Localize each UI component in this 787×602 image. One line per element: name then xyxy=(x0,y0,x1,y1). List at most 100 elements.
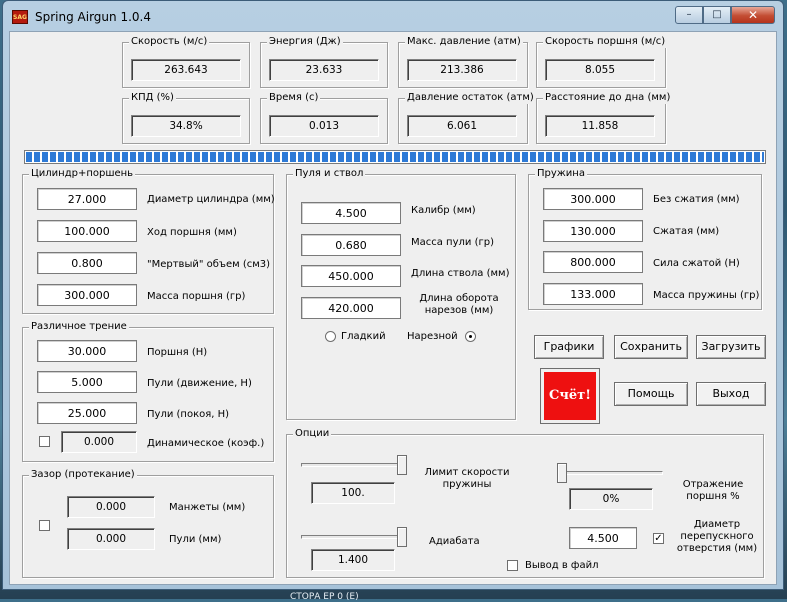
piston-stroke-label: Ход поршня (мм) xyxy=(147,227,237,238)
file-output-checkbox[interactable] xyxy=(507,560,518,571)
spring-speed-limit-slider[interactable] xyxy=(301,463,407,467)
cuffs-gap-label: Манжеты (мм) xyxy=(169,502,246,513)
spring-force-label: Сила сжатой (Н) xyxy=(653,258,740,269)
smooth-bore-label: Гладкий xyxy=(341,331,386,342)
result-time-value: 0.013 xyxy=(269,115,379,137)
spring-mass-input[interactable] xyxy=(543,283,643,305)
cuffs-gap-value: 0.000 xyxy=(67,496,155,518)
result-label: Время (с) xyxy=(267,92,321,104)
spring-compressed-input[interactable] xyxy=(543,220,643,242)
save-button[interactable]: Сохранить xyxy=(614,335,688,359)
rifling-twist-input[interactable] xyxy=(301,297,401,319)
rifled-bore-radio[interactable] xyxy=(465,331,476,342)
dynamic-friction-checkbox[interactable] xyxy=(39,436,50,447)
graphs-button[interactable]: Графики xyxy=(534,335,604,359)
adiabat-slider-thumb[interactable] xyxy=(397,527,407,547)
spring-free-length-input[interactable] xyxy=(543,188,643,210)
result-label: КПД (%) xyxy=(129,92,176,104)
piston-reflection-slider-thumb[interactable] xyxy=(557,463,567,483)
calculate-button[interactable]: Счёт! xyxy=(540,368,600,424)
piston-mass-input[interactable] xyxy=(37,284,137,306)
result-label: Скорость (м/с) xyxy=(129,36,210,48)
result-label: Энергия (Дж) xyxy=(267,36,343,48)
bullet-motion-friction-label: Пули (движение, Н) xyxy=(147,378,252,389)
progress-fill xyxy=(26,152,764,162)
gap-group: Зазор (протекание) 0.000 Манжеты (мм) 0.… xyxy=(22,469,274,578)
adiabat-label: Адиабата xyxy=(429,536,480,547)
client-area: Скорость (м/с) 263.643 Энергия (Дж) 23.6… xyxy=(9,31,777,585)
cylinder-diameter-label: Диаметр цилиндра (мм) xyxy=(147,194,275,205)
adiabat-value: 1.400 xyxy=(311,549,395,571)
exit-button[interactable]: Выход xyxy=(696,382,766,406)
spring-speed-limit-slider-thumb[interactable] xyxy=(397,455,407,475)
result-speed-value: 263.643 xyxy=(131,59,241,81)
help-button[interactable]: Помощь xyxy=(614,382,688,406)
result-label: Скорость поршня (м/с) xyxy=(543,36,668,48)
close-button[interactable]: ✕ xyxy=(731,6,775,24)
result-max-pressure-value: 213.386 xyxy=(407,59,517,81)
result-energy-group: Энергия (Дж) 23.633 xyxy=(260,36,388,88)
progress-bar xyxy=(24,150,766,164)
spring-group: Пружина Без сжатия (мм) Сжатая (мм) Сила… xyxy=(528,168,762,310)
maximize-button[interactable]: □ xyxy=(703,6,731,24)
file-output-label: Вывод в файл xyxy=(525,560,599,571)
barrel-length-label: Длина ствола (мм) xyxy=(411,268,510,279)
result-residual-pressure-value: 6.061 xyxy=(407,115,517,137)
calculate-button-label: Счёт! xyxy=(544,372,596,420)
friction-title: Различное трение xyxy=(29,321,129,333)
cylinder-diameter-input[interactable] xyxy=(37,188,137,210)
adiabat-slider[interactable] xyxy=(301,535,407,539)
caliber-input[interactable] xyxy=(301,202,401,224)
result-speed-group: Скорость (м/с) 263.643 xyxy=(122,36,250,88)
gap-checkbox[interactable] xyxy=(39,520,50,531)
bypass-diameter-checkbox[interactable]: ✓ xyxy=(653,533,664,544)
cylinder-group: Цилиндр+поршень Диаметр цилиндра (мм) Хо… xyxy=(22,168,275,314)
options-group: Опции 100. Лимит скорости пружины 1.400 … xyxy=(286,428,764,578)
taskbar-text: СТОРА ЕР 0 (Е) xyxy=(290,592,359,602)
rifled-bore-label: Нарезной xyxy=(407,331,458,342)
piston-mass-label: Масса поршня (гр) xyxy=(147,291,246,302)
result-label: Расстояние до дна (мм) xyxy=(543,92,673,104)
cylinder-title: Цилиндр+поршень xyxy=(29,168,136,180)
bullet-mass-input[interactable] xyxy=(301,234,401,256)
friction-group: Различное трение Поршня (Н) Пули (движен… xyxy=(22,321,274,462)
bullet-rest-friction-input[interactable] xyxy=(37,402,137,424)
load-button[interactable]: Загрузить xyxy=(696,335,766,359)
minimize-button[interactable]: – xyxy=(675,6,703,24)
spring-mass-label: Масса пружины (гр) xyxy=(653,290,760,301)
gap-title: Зазор (протекание) xyxy=(29,469,137,481)
spring-speed-limit-value: 100. xyxy=(311,482,395,504)
spring-compressed-label: Сжатая (мм) xyxy=(653,226,720,237)
bypass-diameter-input[interactable] xyxy=(569,527,637,549)
dead-volume-label: "Мертвый" объем (см3) xyxy=(147,259,271,270)
dead-volume-input[interactable] xyxy=(37,252,137,274)
result-max-pressure-group: Макс. давление (атм) 213.386 xyxy=(398,36,528,88)
result-label: Давление остаток (атм) xyxy=(405,92,536,104)
title-bar[interactable]: SAG Spring Airgun 1.0.4 – □ ✕ xyxy=(3,1,783,31)
bullet-motion-friction-input[interactable] xyxy=(37,371,137,393)
spring-title: Пружина xyxy=(535,168,587,180)
piston-friction-label: Поршня (Н) xyxy=(147,347,208,358)
dynamic-friction-value: 0.000 xyxy=(61,431,137,453)
piston-reflection-slider[interactable] xyxy=(557,471,663,475)
result-bottom-distance-group: Расстояние до дна (мм) 11.858 xyxy=(536,92,673,144)
result-residual-pressure-group: Давление остаток (атм) 6.061 xyxy=(398,92,536,144)
result-piston-speed-value: 8.055 xyxy=(545,59,655,81)
app-window: SAG Spring Airgun 1.0.4 – □ ✕ Скорость (… xyxy=(2,0,784,590)
barrel-length-input[interactable] xyxy=(301,265,401,287)
window-title: Spring Airgun 1.0.4 xyxy=(35,10,151,24)
piston-friction-input[interactable] xyxy=(37,340,137,362)
smooth-bore-radio[interactable] xyxy=(325,331,336,342)
result-efficiency-group: КПД (%) 34.8% xyxy=(122,92,250,144)
result-energy-value: 23.633 xyxy=(269,59,379,81)
bypass-diameter-label: Диаметр перепускного отверстия (мм) xyxy=(676,519,758,554)
piston-reflection-label: Отражение поршня % xyxy=(682,479,744,502)
spring-free-length-label: Без сжатия (мм) xyxy=(653,194,740,205)
piston-reflection-value: 0% xyxy=(569,488,653,510)
barrel-group: Пуля и ствол Калибр (мм) Масса пули (гр)… xyxy=(286,168,516,420)
spring-force-input[interactable] xyxy=(543,251,643,273)
result-bottom-distance-value: 11.858 xyxy=(545,115,655,137)
piston-stroke-input[interactable] xyxy=(37,220,137,242)
bullet-rest-friction-label: Пули (покоя, Н) xyxy=(147,409,230,420)
result-piston-speed-group: Скорость поршня (м/с) 8.055 xyxy=(536,36,668,88)
